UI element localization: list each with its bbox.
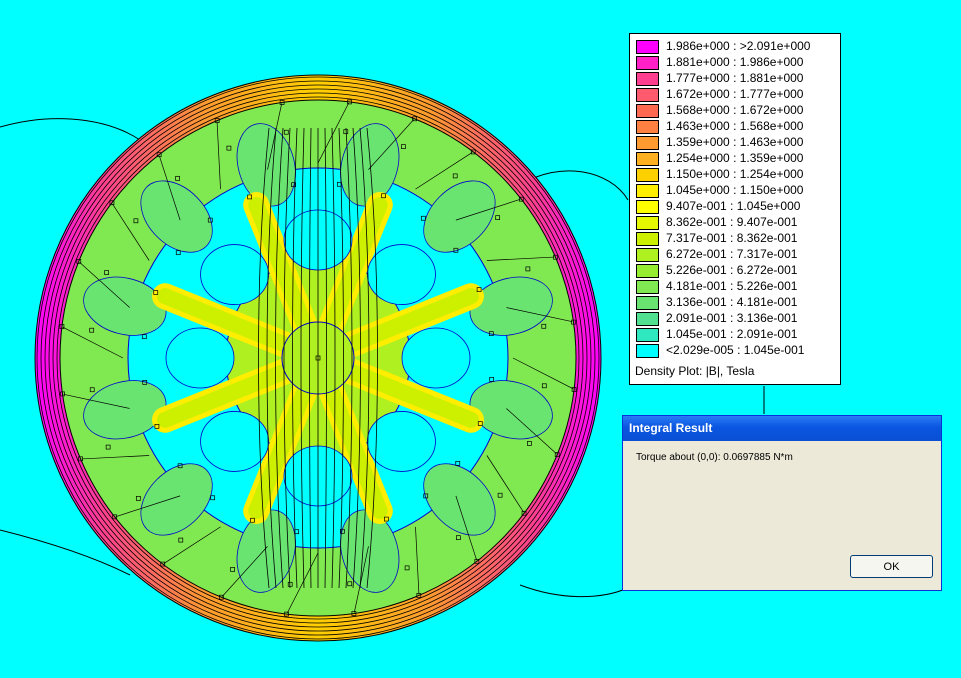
dialog-titlebar[interactable]: Integral Result [623,416,941,441]
legend-label: 5.226e-001 : 6.272e-001 [666,263,798,277]
legend-entry: 1.986e+000 : >2.091e+000 [636,38,836,54]
legend-label: 1.150e+000 : 1.254e+000 [666,167,804,181]
legend-label: 7.317e-001 : 8.362e-001 [666,231,798,245]
legend-entry: 9.407e-001 : 1.045e+000 [636,198,836,214]
legend-swatch [636,344,659,358]
legend-entry: 8.362e-001 : 9.407e-001 [636,214,836,230]
legend-label: 1.568e+000 : 1.672e+000 [666,103,804,117]
legend-entry: 4.181e-001 : 5.226e-001 [636,278,836,294]
legend-label: 3.136e-001 : 4.181e-001 [666,295,798,309]
legend-label: 1.881e+000 : 1.986e+000 [666,55,804,69]
dialog-title: Integral Result [629,421,713,435]
legend-entry: 1.777e+000 : 1.881e+000 [636,70,836,86]
legend-entry: 6.272e-001 : 7.317e-001 [636,246,836,262]
legend-label: 1.045e+000 : 1.150e+000 [666,183,804,197]
legend-label: 9.407e-001 : 1.045e+000 [666,199,801,213]
rotor-slot [401,327,471,389]
legend-swatch [636,296,659,310]
legend-entry: 3.136e-001 : 4.181e-001 [636,294,836,310]
legend-label: 1.986e+000 : >2.091e+000 [666,39,811,53]
legend-entry: 7.317e-001 : 8.362e-001 [636,230,836,246]
integral-result-dialog[interactable]: Integral Result Torque about (0,0): 0.06… [622,415,942,591]
legend-swatch [636,152,659,166]
legend-entry: 1.881e+000 : 1.986e+000 [636,54,836,70]
legend-swatch [636,168,659,182]
rotor-slot [165,327,235,389]
legend-entry: 1.463e+000 : 1.568e+000 [636,118,836,134]
legend-swatch [636,248,659,262]
legend-entry: <2.029e-005 : 1.045e-001 [636,342,836,358]
legend-label: 1.045e-001 : 2.091e-001 [666,327,798,341]
legend-swatch [636,216,659,230]
legend-swatch [636,136,659,150]
legend-entry: 5.226e-001 : 6.272e-001 [636,262,836,278]
legend-entry: 1.359e+000 : 1.463e+000 [636,134,836,150]
legend-label: 1.777e+000 : 1.881e+000 [666,71,804,85]
legend-swatch [636,264,659,278]
legend-swatch [636,280,659,294]
legend-label: <2.029e-005 : 1.045e-001 [666,343,805,357]
legend-swatch [636,184,659,198]
legend-swatch [636,328,659,342]
legend-label: 1.672e+000 : 1.777e+000 [666,87,804,101]
legend-label: 1.463e+000 : 1.568e+000 [666,119,804,133]
legend-swatch [636,120,659,134]
legend-swatch [636,88,659,102]
legend-entry: 1.045e-001 : 2.091e-001 [636,326,836,342]
torque-result-text: Torque about (0,0): 0.0697885 N*m [636,452,793,463]
legend-entry: 1.672e+000 : 1.777e+000 [636,86,836,102]
density-legend: 1.986e+000 : >2.091e+000 1.881e+000 : 1.9… [629,33,841,385]
legend-entry: 2.091e-001 : 3.136e-001 [636,310,836,326]
legend-label: 1.359e+000 : 1.463e+000 [666,135,804,149]
legend-label: 8.362e-001 : 9.407e-001 [666,215,798,229]
legend-swatch [636,56,659,70]
boundary-line [0,118,151,149]
legend-entry: 1.150e+000 : 1.254e+000 [636,166,836,182]
rotor-slot [367,244,436,305]
boundary-line [519,584,629,598]
legend-swatch [636,232,659,246]
legend-swatch [636,72,659,86]
legend-label: 4.181e-001 : 5.226e-001 [666,279,798,293]
legend-label: 1.254e+000 : 1.359e+000 [666,151,804,165]
plot-canvas[interactable]: 1.986e+000 : >2.091e+000 1.881e+000 : 1.9… [0,0,961,678]
legend-label: 6.272e-001 : 7.317e-001 [666,247,798,261]
legend-swatch [636,104,659,118]
legend-swatch [636,40,659,54]
rotor-slot [200,244,269,305]
legend-entry: 1.568e+000 : 1.672e+000 [636,102,836,118]
legend-swatch [636,312,659,326]
legend-entry: 1.045e+000 : 1.150e+000 [636,182,836,198]
legend-caption: Density Plot: |B|, Tesla [635,364,755,378]
ok-button[interactable]: OK [850,555,933,578]
legend-swatch [636,200,659,214]
rotor-slot [367,411,436,472]
legend-label: 2.091e-001 : 3.136e-001 [666,311,798,325]
legend-entry: 1.254e+000 : 1.359e+000 [636,150,836,166]
rotor-slot [200,411,269,472]
